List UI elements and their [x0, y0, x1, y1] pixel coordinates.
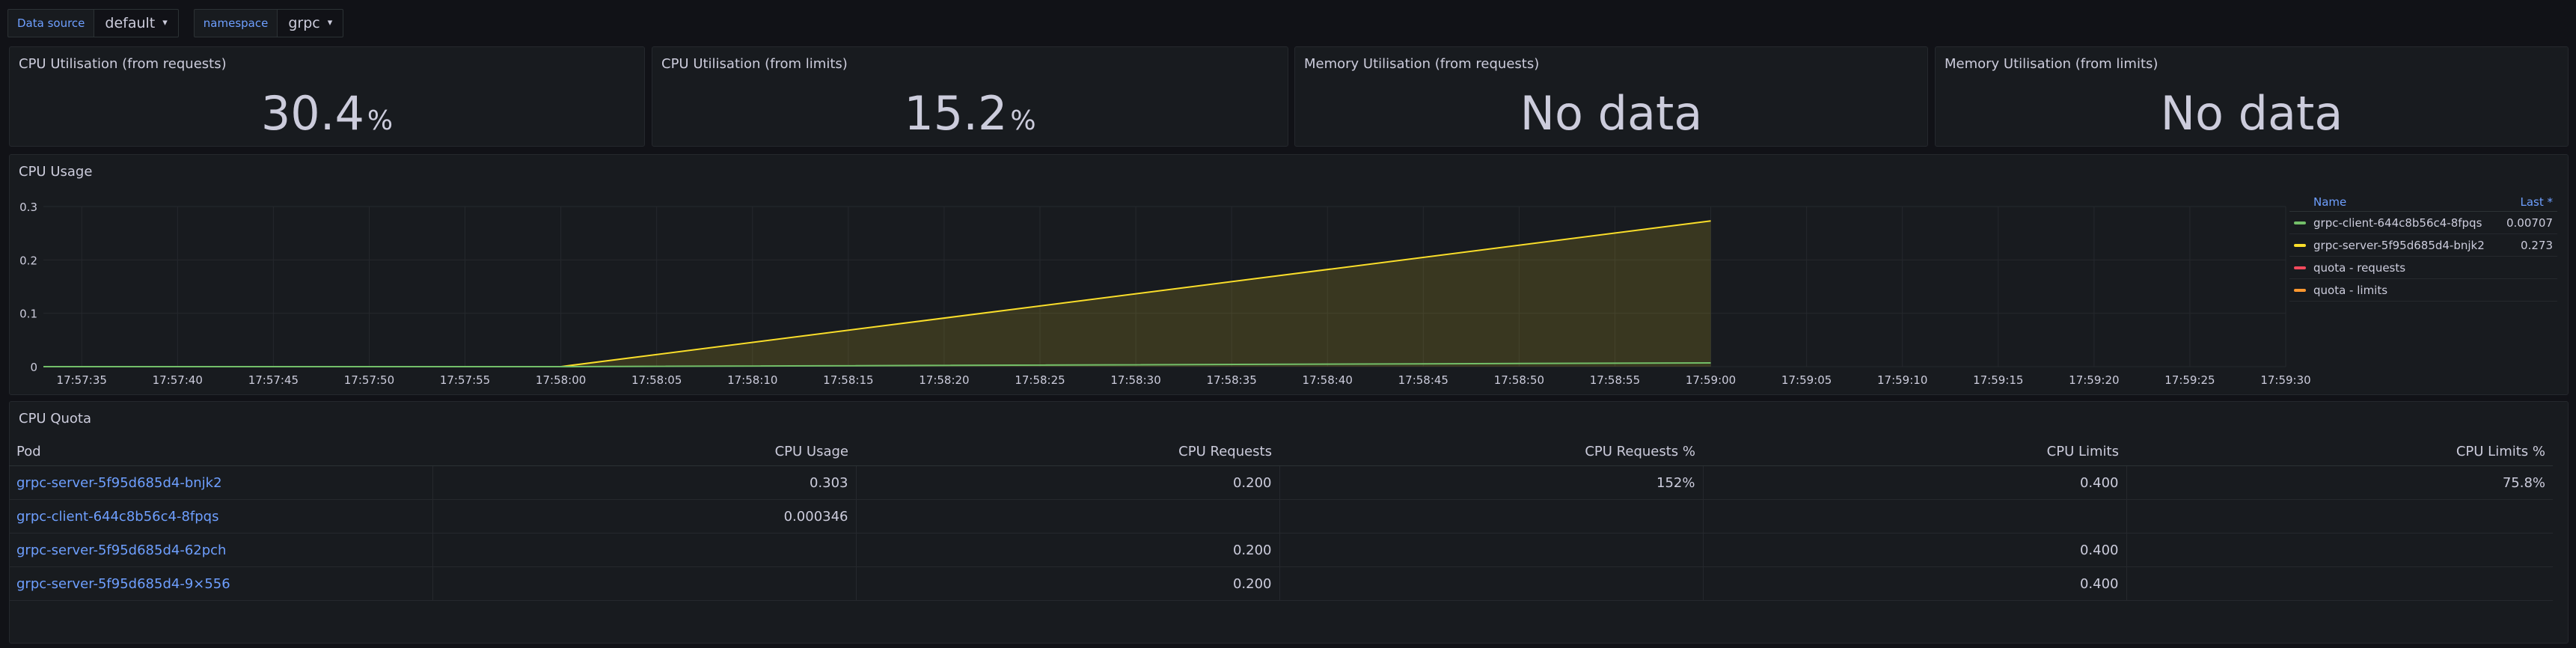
datasource-variable-label: Data source [7, 9, 94, 37]
column-header-cpu-limits[interactable]: CPU Limits [1703, 437, 2126, 466]
legend-header-name[interactable]: Name [2289, 193, 2346, 211]
legend-swatch [2294, 288, 2306, 292]
stat-panel-memory-requests[interactable]: Memory Utilisation (from requests) No da… [1294, 46, 1928, 147]
cpu-usage-panel[interactable]: CPU Usage [9, 154, 2569, 395]
chevron-down-icon: ▾ [162, 17, 168, 28]
cpu-limits-pct-cell: 75.8% [2126, 465, 2553, 500]
panel-title: CPU Usage [19, 164, 93, 180]
cpu-limits-pct-cell [2126, 499, 2553, 534]
cpu-usage-cell: 0.000346 [432, 499, 857, 534]
cpu-requests-pct-cell: 152% [1279, 465, 1704, 500]
legend-item-name: grpc-server-5f95d685d4-bnjk2 [2313, 238, 2485, 252]
table-row: grpc-server-5f95d685d4-9×556 0.200 0.400 [9, 566, 2553, 601]
cpu-limits-cell: 0.400 [1703, 533, 2127, 567]
stat-panel-cpu-limits[interactable]: CPU Utilisation (from limits) 15.2% [652, 46, 1288, 147]
column-header-pod[interactable]: Pod [9, 437, 432, 466]
legend-item-last: 0.00707 [2506, 216, 2553, 230]
cpu-usage-cell [432, 566, 857, 601]
legend-header: Name Last * [2289, 193, 2557, 212]
stat-value: 15.2% [652, 86, 1288, 141]
legend-header-last[interactable]: Last * [2520, 193, 2557, 211]
table-header-row: Pod CPU Usage CPU Requests CPU Requests … [9, 437, 2553, 466]
cpu-requests-cell: 0.200 [856, 533, 1280, 567]
no-data-text: No data [2160, 86, 2343, 141]
panel-title: Memory Utilisation (from requests) [1304, 56, 1540, 72]
stat-number: 15.2 [904, 86, 1008, 141]
cpu-limits-cell: 0.400 [1703, 465, 2127, 500]
stat-panel-memory-limits[interactable]: Memory Utilisation (from limits) No data [1935, 46, 2569, 147]
pod-link[interactable]: grpc-server-5f95d685d4-bnjk2 [9, 465, 433, 500]
legend-swatch [2294, 243, 2306, 247]
chevron-down-icon: ▾ [327, 17, 333, 28]
cpu-usage-cell [432, 533, 857, 567]
column-header-cpu-requests-pct[interactable]: CPU Requests % [1279, 437, 1703, 466]
cpu-limits-pct-cell [2126, 533, 2553, 567]
stat-number: 30.4 [260, 86, 364, 141]
panel-title: Memory Utilisation (from limits) [1945, 56, 2159, 72]
chart-legend: Name Last * grpc-client-644c8b56c4-8fpqs… [2289, 193, 2557, 302]
panel-title: CPU Utilisation (from limits) [661, 56, 848, 72]
stat-panel-cpu-requests[interactable]: CPU Utilisation (from requests) 30.4% [9, 46, 645, 147]
column-header-cpu-requests[interactable]: CPU Requests [856, 437, 1279, 466]
legend-item[interactable]: quota - requests [2289, 257, 2557, 279]
stat-unit: % [1010, 106, 1036, 136]
table-row: grpc-client-644c8b56c4-8fpqs 0.000346 [9, 499, 2553, 534]
cpu-quota-table: Pod CPU Usage CPU Requests CPU Requests … [9, 437, 2553, 601]
legend-item[interactable]: grpc-client-644c8b56c4-8fpqs 0.00707 [2289, 212, 2557, 234]
legend-item-name: quota - limits [2313, 283, 2388, 297]
legend-item[interactable]: grpc-server-5f95d685d4-bnjk2 0.273 [2289, 234, 2557, 257]
stat-value: 30.4% [10, 86, 644, 141]
cpu-requests-cell: 0.200 [856, 465, 1280, 500]
cpu-requests-pct-cell [1279, 533, 1704, 567]
datasource-variable-value: default [105, 15, 156, 31]
panel-title: CPU Utilisation (from requests) [19, 56, 227, 72]
cpu-requests-pct-cell [1279, 566, 1704, 601]
cpu-limits-cell [1703, 499, 2127, 534]
legend-swatch [2294, 266, 2306, 269]
namespace-variable-select[interactable]: grpc ▾ [277, 9, 344, 37]
no-data-text: No data [1520, 86, 1703, 141]
column-header-cpu-limits-pct[interactable]: CPU Limits % [2126, 437, 2553, 466]
namespace-variable-value: grpc [288, 15, 320, 31]
legend-item-name: grpc-client-644c8b56c4-8fpqs [2313, 216, 2482, 230]
cpu-limits-pct-cell [2126, 566, 2553, 601]
legend-item-name: quota - requests [2313, 260, 2406, 275]
pod-link[interactable]: grpc-client-644c8b56c4-8fpqs [9, 499, 433, 534]
panel-title: CPU Quota [19, 411, 91, 427]
datasource-variable-select[interactable]: default ▾ [94, 9, 179, 37]
variables-bar: Data source default ▾ namespace grpc ▾ [7, 9, 358, 37]
table-row: grpc-server-5f95d685d4-bnjk2 0.303 0.200… [9, 465, 2553, 500]
cpu-requests-pct-cell [1279, 499, 1704, 534]
column-header-cpu-usage[interactable]: CPU Usage [432, 437, 856, 466]
cpu-requests-cell [856, 499, 1280, 534]
pod-link[interactable]: grpc-server-5f95d685d4-9×556 [9, 566, 433, 601]
namespace-variable-label: namespace [193, 9, 278, 37]
legend-item[interactable]: quota - limits [2289, 279, 2557, 302]
cpu-requests-cell: 0.200 [856, 566, 1280, 601]
stat-unit: % [367, 106, 394, 136]
legend-swatch [2294, 221, 2306, 224]
cpu-limits-cell: 0.400 [1703, 566, 2127, 601]
pod-link[interactable]: grpc-server-5f95d685d4-62pch [9, 533, 433, 567]
table-row: grpc-server-5f95d685d4-62pch 0.200 0.400 [9, 533, 2553, 567]
cpu-usage-cell: 0.303 [432, 465, 857, 500]
legend-item-last: 0.273 [2521, 238, 2553, 252]
